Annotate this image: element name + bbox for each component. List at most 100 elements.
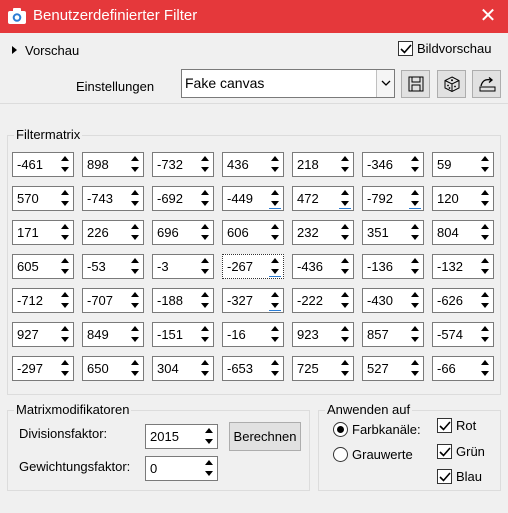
spin-up-icon[interactable] [338, 324, 352, 334]
spin-down-icon[interactable] [478, 233, 492, 243]
matrix-cell-r6-c6[interactable]: 857 [362, 322, 424, 347]
spin-up-icon[interactable] [198, 256, 212, 266]
spinner-arrows[interactable] [198, 256, 212, 277]
spin-up-icon[interactable] [58, 324, 72, 334]
spin-up-icon[interactable] [478, 188, 492, 198]
spin-down-icon[interactable] [478, 199, 492, 209]
matrix-cell-value[interactable]: -188 [157, 293, 183, 308]
spin-up-icon[interactable] [128, 256, 142, 266]
matrix-cell-value[interactable]: -346 [367, 157, 393, 172]
matrix-cell-value[interactable]: 527 [367, 361, 389, 376]
spinner-arrows[interactable] [58, 154, 72, 175]
spin-down-icon[interactable] [408, 335, 422, 345]
spinner-arrows[interactable] [198, 188, 212, 209]
grayscale-radio[interactable]: Grauwerte [333, 447, 413, 462]
spinner-arrows[interactable] [408, 290, 422, 311]
spin-up-icon[interactable] [202, 426, 216, 436]
spin-up-icon[interactable] [198, 358, 212, 368]
matrix-cell-value[interactable]: -66 [437, 361, 456, 376]
matrix-cell-r5-c5[interactable]: -222 [292, 288, 354, 313]
matrix-cell-value[interactable]: -132 [437, 259, 463, 274]
spin-down-icon[interactable] [58, 165, 72, 175]
matrix-cell-r2-c2[interactable]: -743 [82, 186, 144, 211]
spinner-arrows[interactable] [58, 222, 72, 243]
spin-up-icon[interactable] [478, 256, 492, 266]
spin-up-icon[interactable] [408, 154, 422, 164]
spin-down-icon[interactable] [268, 369, 282, 379]
calculate-button[interactable]: Berechnen [229, 422, 301, 451]
spin-down-icon[interactable] [338, 267, 352, 277]
spin-up-icon[interactable] [202, 458, 216, 468]
spinner-arrows[interactable] [268, 154, 282, 175]
spinner-arrows[interactable] [198, 324, 212, 345]
spin-up-icon[interactable] [338, 358, 352, 368]
matrix-cell-r2-c7[interactable]: 120 [432, 186, 494, 211]
spinner-arrows[interactable] [268, 290, 282, 311]
matrix-cell-value[interactable]: -692 [157, 191, 183, 206]
matrix-cell-r1-c7[interactable]: 59 [432, 152, 494, 177]
matrix-cell-r4-c6[interactable]: -136 [362, 254, 424, 279]
spin-down-icon[interactable] [268, 335, 282, 345]
matrix-cell-r7-c5[interactable]: 725 [292, 356, 354, 381]
spinner-arrows[interactable] [58, 290, 72, 311]
spin-down-icon[interactable] [128, 233, 142, 243]
spinner-arrows[interactable] [128, 324, 142, 345]
matrix-cell-r4-c4[interactable]: -267 [222, 254, 284, 279]
matrix-cell-r5-c1[interactable]: -712 [12, 288, 74, 313]
spin-up-icon[interactable] [408, 290, 422, 300]
spin-up-icon[interactable] [408, 188, 422, 198]
matrix-cell-value[interactable]: 725 [297, 361, 319, 376]
spin-down-icon[interactable] [408, 301, 422, 311]
matrix-cell-value[interactable]: 849 [87, 327, 109, 342]
matrix-cell-value[interactable]: -267 [227, 259, 253, 274]
spinner-arrows[interactable] [128, 154, 142, 175]
matrix-cell-r3-c7[interactable]: 804 [432, 220, 494, 245]
weight-factor-spinner[interactable]: 0 [145, 456, 218, 481]
matrix-cell-value[interactable]: 696 [157, 225, 179, 240]
spin-down-icon[interactable] [268, 233, 282, 243]
spin-down-icon[interactable] [198, 199, 212, 209]
spinner-arrows[interactable] [198, 154, 212, 175]
spin-up-icon[interactable] [408, 324, 422, 334]
matrix-cell-r6-c3[interactable]: -151 [152, 322, 214, 347]
matrix-cell-r1-c4[interactable]: 436 [222, 152, 284, 177]
matrix-cell-value[interactable]: -574 [437, 327, 463, 342]
spinner-arrows[interactable] [338, 256, 352, 277]
spin-down-icon[interactable] [478, 369, 492, 379]
random-button[interactable] [437, 70, 466, 98]
matrix-cell-value[interactable]: -327 [227, 293, 253, 308]
spinner-arrows[interactable] [408, 256, 422, 277]
spin-up-icon[interactable] [268, 324, 282, 334]
image-preview-checkbox[interactable]: Bildvorschau [398, 41, 491, 56]
matrix-cell-value[interactable]: -732 [157, 157, 183, 172]
division-factor-value[interactable]: 2015 [150, 429, 179, 444]
spinner-arrows[interactable] [202, 458, 216, 479]
spin-down-icon[interactable] [408, 165, 422, 175]
matrix-cell-value[interactable]: -3 [157, 259, 169, 274]
checkbox-box[interactable] [398, 41, 413, 56]
spin-down-icon[interactable] [338, 369, 352, 379]
matrix-cell-value[interactable]: 927 [17, 327, 39, 342]
matrix-cell-value[interactable]: -707 [87, 293, 113, 308]
spin-up-icon[interactable] [58, 188, 72, 198]
spinner-arrows[interactable] [478, 324, 492, 345]
dropdown-button[interactable] [376, 70, 394, 97]
matrix-cell-value[interactable]: -743 [87, 191, 113, 206]
spin-down-icon[interactable] [408, 233, 422, 243]
color-channels-radio[interactable]: Farbkanäle: [333, 422, 421, 437]
spin-down-icon[interactable] [128, 165, 142, 175]
spin-down-icon[interactable] [198, 369, 212, 379]
blue-channel-checkbox[interactable]: Blau [437, 469, 482, 484]
matrix-cell-r4-c5[interactable]: -436 [292, 254, 354, 279]
spinner-arrows[interactable] [338, 222, 352, 243]
spinner-arrows[interactable] [58, 256, 72, 277]
matrix-cell-r2-c5[interactable]: 472 [292, 186, 354, 211]
spin-down-icon[interactable] [268, 199, 282, 209]
spinner-arrows[interactable] [58, 358, 72, 379]
matrix-cell-value[interactable]: 923 [297, 327, 319, 342]
spin-down-icon[interactable] [198, 335, 212, 345]
matrix-cell-r4-c2[interactable]: -53 [82, 254, 144, 279]
matrix-cell-r7-c7[interactable]: -66 [432, 356, 494, 381]
matrix-cell-value[interactable]: 650 [87, 361, 109, 376]
spin-up-icon[interactable] [198, 290, 212, 300]
